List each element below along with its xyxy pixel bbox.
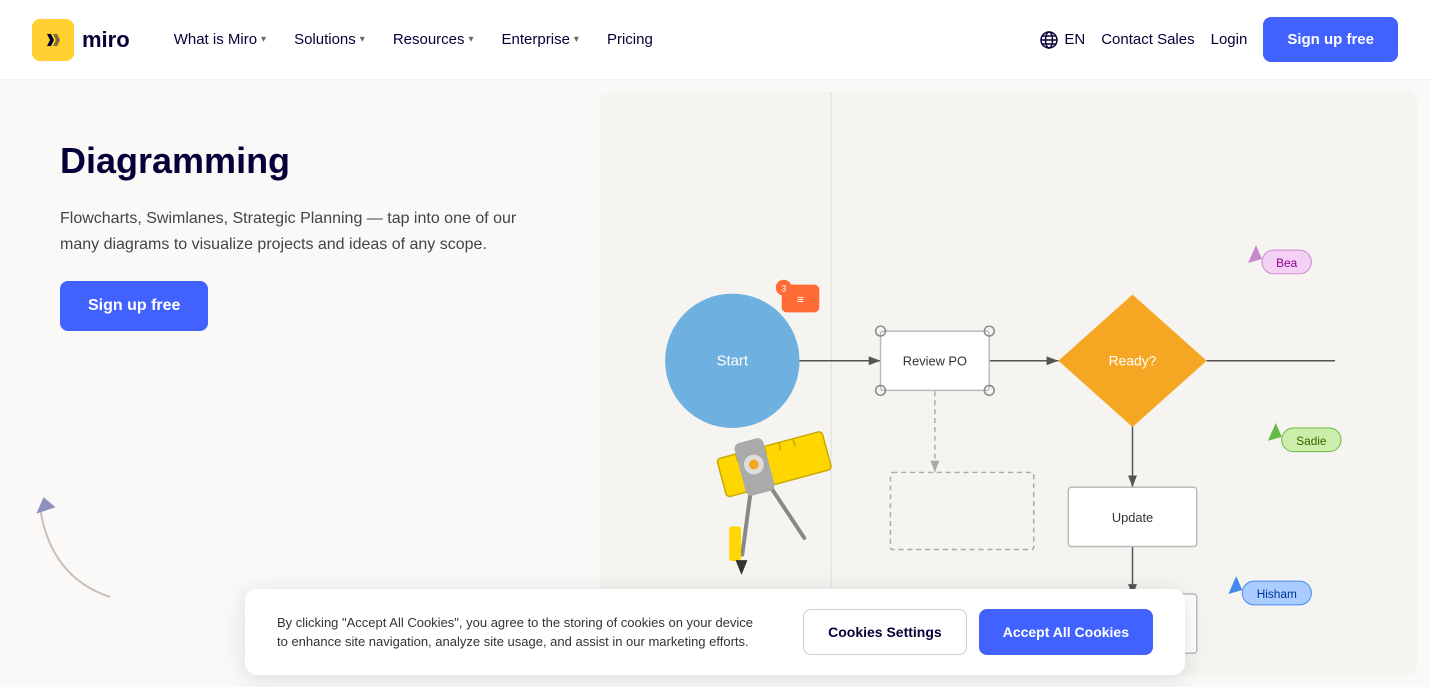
page-description: Flowcharts, Swimlanes, Strategic Plannin… xyxy=(60,206,540,257)
svg-text:Review PO: Review PO xyxy=(903,354,967,369)
chevron-down-icon: ▾ xyxy=(261,34,266,45)
language-selector[interactable]: EN xyxy=(1040,31,1085,49)
hero-signup-button[interactable]: Sign up free xyxy=(60,281,208,331)
logo-text: miro xyxy=(82,27,130,53)
svg-text:Ready?: Ready? xyxy=(1109,353,1157,369)
chevron-down-icon: ▾ xyxy=(469,34,474,45)
svg-text:Bea: Bea xyxy=(1276,256,1297,270)
svg-text:3: 3 xyxy=(781,284,786,294)
cookies-settings-button[interactable]: Cookies Settings xyxy=(803,609,967,655)
svg-text:Start: Start xyxy=(717,354,748,370)
svg-text:Hisham: Hisham xyxy=(1257,587,1297,601)
decorative-arrow xyxy=(30,487,150,607)
diagram-panel: Start Review PO Ready? Update Review PO xyxy=(600,92,1418,675)
accept-cookies-button[interactable]: Accept All Cookies xyxy=(979,609,1153,655)
signup-button[interactable]: Sign up free xyxy=(1263,17,1398,62)
cookie-actions: Cookies Settings Accept All Cookies xyxy=(803,609,1153,655)
logo[interactable]: miro xyxy=(32,19,130,61)
nav-item-resources[interactable]: Resources ▾ xyxy=(381,23,486,56)
cookie-banner: By clicking "Accept All Cookies", you ag… xyxy=(245,589,1185,675)
globe-icon xyxy=(1040,31,1058,49)
nav-items: What is Miro ▾ Solutions ▾ Resources ▾ E… xyxy=(162,23,665,56)
svg-text:Sadie: Sadie xyxy=(1296,434,1327,448)
nav-item-solutions[interactable]: Solutions ▾ xyxy=(282,23,377,56)
logo-icon xyxy=(32,19,74,61)
svg-text:≡: ≡ xyxy=(797,292,804,306)
nav-item-what-is-miro[interactable]: What is Miro ▾ xyxy=(162,23,278,56)
navbar-left: miro What is Miro ▾ Solutions ▾ Resource… xyxy=(32,19,665,61)
chevron-down-icon: ▾ xyxy=(574,34,579,45)
chevron-down-icon: ▾ xyxy=(360,34,365,45)
cookie-text: By clicking "Accept All Cookies", you ag… xyxy=(277,613,763,652)
nav-item-enterprise[interactable]: Enterprise ▾ xyxy=(490,23,591,56)
nav-item-pricing[interactable]: Pricing xyxy=(595,23,665,56)
login-link[interactable]: Login xyxy=(1211,31,1248,48)
navbar-right: EN Contact Sales Login Sign up free xyxy=(1040,17,1398,62)
contact-sales-link[interactable]: Contact Sales xyxy=(1101,31,1194,48)
page-title: Diagramming xyxy=(60,140,540,182)
navbar: miro What is Miro ▾ Solutions ▾ Resource… xyxy=(0,0,1430,80)
svg-text:Update: Update xyxy=(1112,510,1153,525)
diagram-canvas: Start Review PO Ready? Update Review PO xyxy=(600,92,1418,675)
